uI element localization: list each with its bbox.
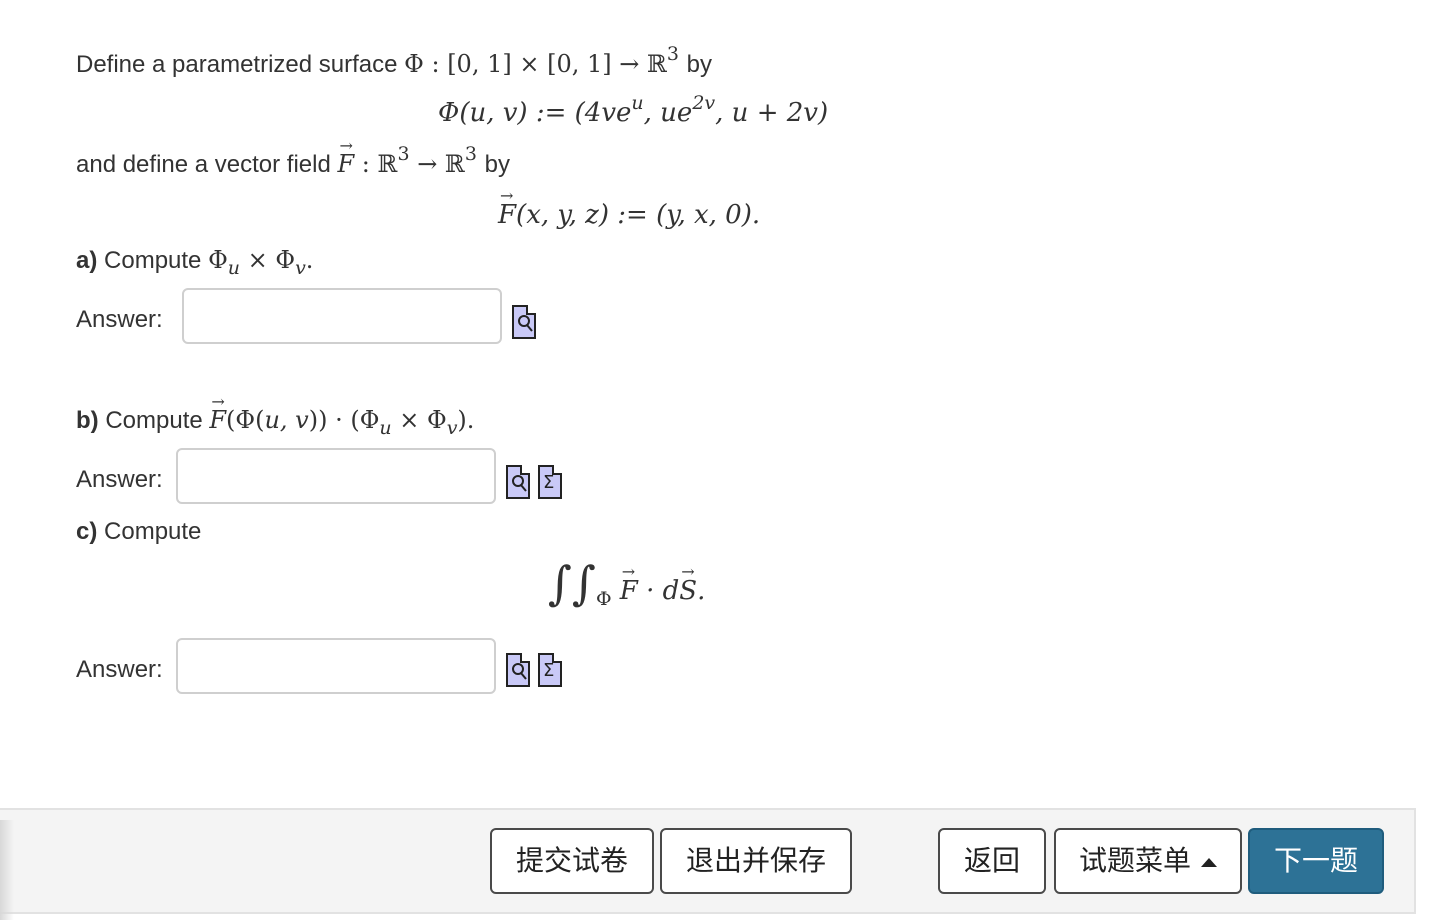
answer-input-b[interactable] xyxy=(176,448,496,504)
preview-icon[interactable] xyxy=(506,465,530,499)
field-intro: and define a vector field F : ℝ3 → ℝ3 by xyxy=(76,136,510,179)
part-c-question: c) Compute xyxy=(76,518,201,546)
preview-icon[interactable] xyxy=(512,305,536,339)
part-a-question: a) Compute Φu × Φv. xyxy=(76,246,314,279)
part-c-text: Compute xyxy=(104,518,202,545)
field-definition: F(x, y, z) := (y, x, 0). xyxy=(498,186,761,230)
part-b-question: b) Compute F(Φ(u, v)) · (Φu × Φv). xyxy=(76,392,474,439)
vector-f-symbol: F xyxy=(338,136,355,178)
field-def: (x, y, z) := (y, x, 0). xyxy=(516,200,761,230)
answer-input-c[interactable] xyxy=(176,638,496,694)
preview-icon[interactable] xyxy=(506,653,530,687)
back-button[interactable]: 返回 xyxy=(938,828,1046,894)
question-menu-label: 试题菜单 xyxy=(1078,844,1191,877)
part-b-letter: b) xyxy=(76,407,99,434)
equation-editor-icon[interactable]: Σ xyxy=(538,653,562,687)
submit-exam-button[interactable]: 提交试卷 xyxy=(490,828,654,894)
part-c-letter: c) xyxy=(76,518,98,545)
answer-input-a[interactable] xyxy=(182,288,502,344)
equation-editor-icon[interactable]: Σ xyxy=(538,465,562,499)
caret-up-icon xyxy=(1201,857,1217,867)
answer-label-a: Answer: xyxy=(76,306,163,333)
part-a-letter: a) xyxy=(76,247,98,274)
phi-def-lhs: Φ(u, v) := xyxy=(438,98,567,128)
intro-prefix: Define a parametrized surface xyxy=(76,51,398,78)
phi-signature: Φ : [0, 1] × [0, 1] → ℝ3 xyxy=(404,43,680,78)
phi-def-rhs: (4ve xyxy=(574,98,632,128)
answer-label-c: Answer: xyxy=(76,656,163,683)
intro-by: by xyxy=(686,51,713,78)
problem-intro: Define a parametrized surface Φ : [0, 1]… xyxy=(76,43,713,79)
part-b-text: Compute xyxy=(105,407,203,434)
answer-label-b: Answer: xyxy=(76,466,163,493)
save-and-exit-button[interactable]: 退出并保存 xyxy=(660,828,852,894)
field-by: by xyxy=(484,151,510,178)
surface-integral: ∫∫Φ F · dS. xyxy=(548,556,705,610)
phi-definition: Φ(u, v) := (4veu, ue2v, u + 2v) xyxy=(438,92,829,128)
question-menu-button[interactable]: 试题菜单 xyxy=(1054,828,1242,894)
part-a-text: Compute xyxy=(104,247,202,274)
next-question-button[interactable]: 下一题 xyxy=(1248,828,1384,894)
field-prefix: and define a vector field xyxy=(76,151,331,178)
left-shadow xyxy=(0,820,14,920)
